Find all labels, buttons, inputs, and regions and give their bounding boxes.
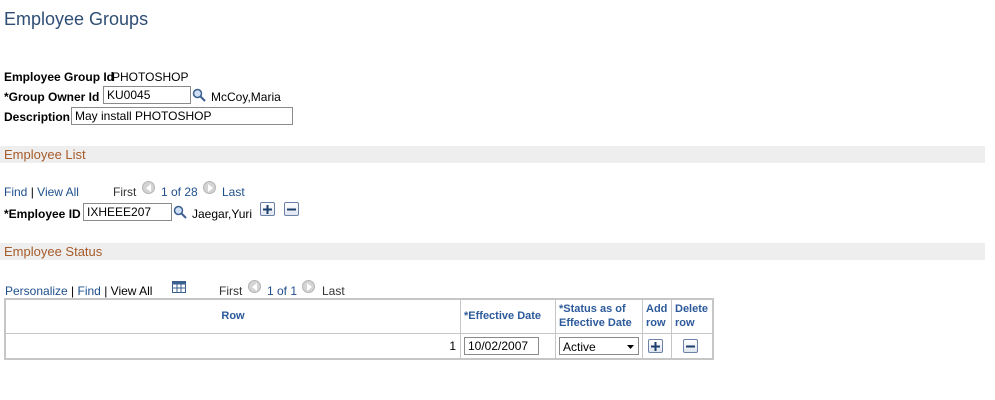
minus-icon[interactable] bbox=[284, 202, 299, 216]
table-row: 1 Active bbox=[4, 332, 714, 359]
arrow-right-icon[interactable] bbox=[302, 280, 315, 293]
employee-list-nav: Find | View All bbox=[4, 185, 79, 199]
employee-list-section-header: Employee List bbox=[0, 146, 985, 163]
group-owner-label: *Group Owner Id bbox=[4, 90, 100, 104]
grid-find-link[interactable]: Find bbox=[78, 284, 101, 298]
employee-list-counter: 1 of 28 bbox=[161, 185, 198, 199]
effective-date-cell bbox=[460, 332, 556, 359]
group-id-value: PHOTOSHOP bbox=[112, 70, 189, 84]
row-number: 1 bbox=[4, 332, 461, 359]
spreadsheet-icon[interactable] bbox=[172, 281, 186, 293]
column-header-add-row: Add row bbox=[642, 298, 672, 334]
employee-list-last-link[interactable]: Last bbox=[222, 185, 245, 199]
group-id-label: Employee Group Id bbox=[4, 70, 115, 84]
magnifier-icon[interactable] bbox=[173, 205, 187, 219]
group-owner-name: McCoy,Maria bbox=[211, 90, 281, 104]
plus-icon[interactable] bbox=[648, 338, 663, 353]
description-label: Description bbox=[4, 110, 71, 124]
employee-id-input[interactable] bbox=[83, 203, 172, 221]
status-select[interactable]: Active bbox=[559, 336, 639, 355]
page-title: Employee Groups bbox=[4, 9, 149, 29]
grid-toolbar: Personalize | Find | View All bbox=[5, 284, 152, 298]
employee-id-label: *Employee ID bbox=[4, 207, 81, 221]
grid-counter: 1 of 1 bbox=[267, 284, 298, 298]
column-header-effective-date: *Effective Date bbox=[460, 298, 556, 334]
personalize-link[interactable]: Personalize bbox=[5, 284, 68, 298]
employee-name: Jaegar,Yuri bbox=[192, 207, 253, 221]
employee-list-find-link[interactable]: Find bbox=[4, 185, 27, 199]
minus-icon[interactable] bbox=[683, 338, 698, 353]
employee-list-first-label: First bbox=[113, 185, 137, 199]
group-owner-input[interactable] bbox=[103, 86, 191, 104]
column-header-delete-row: Delete row bbox=[671, 298, 714, 334]
employee-status-grid: Row *Effective Date *Status as of Effect… bbox=[4, 298, 714, 360]
arrow-left-icon[interactable] bbox=[248, 280, 261, 293]
description-input[interactable] bbox=[71, 107, 293, 125]
status-cell: Active bbox=[555, 332, 643, 359]
employee-list-view-all-link[interactable]: View All bbox=[37, 185, 79, 199]
grid-first-label: First bbox=[219, 284, 243, 298]
separator: | bbox=[104, 284, 108, 298]
column-header-status: *Status as of Effective Date bbox=[555, 298, 643, 334]
effective-date-input[interactable] bbox=[464, 336, 539, 355]
column-header-row: Row bbox=[4, 298, 461, 334]
employee-status-section-header: Employee Status bbox=[0, 243, 985, 260]
magnifier-icon[interactable] bbox=[192, 88, 206, 102]
plus-icon[interactable] bbox=[260, 202, 275, 216]
arrow-left-icon[interactable] bbox=[142, 181, 155, 194]
chevron-down-icon bbox=[627, 344, 634, 349]
add-row-cell bbox=[642, 332, 672, 359]
status-select-value: Active bbox=[563, 339, 596, 354]
grid-last-label: Last bbox=[322, 284, 345, 298]
grid-view-all-link[interactable]: View All bbox=[111, 284, 153, 298]
separator: | bbox=[71, 284, 75, 298]
arrow-right-icon[interactable] bbox=[203, 181, 216, 194]
delete-row-cell bbox=[671, 332, 714, 359]
separator: | bbox=[30, 185, 34, 199]
